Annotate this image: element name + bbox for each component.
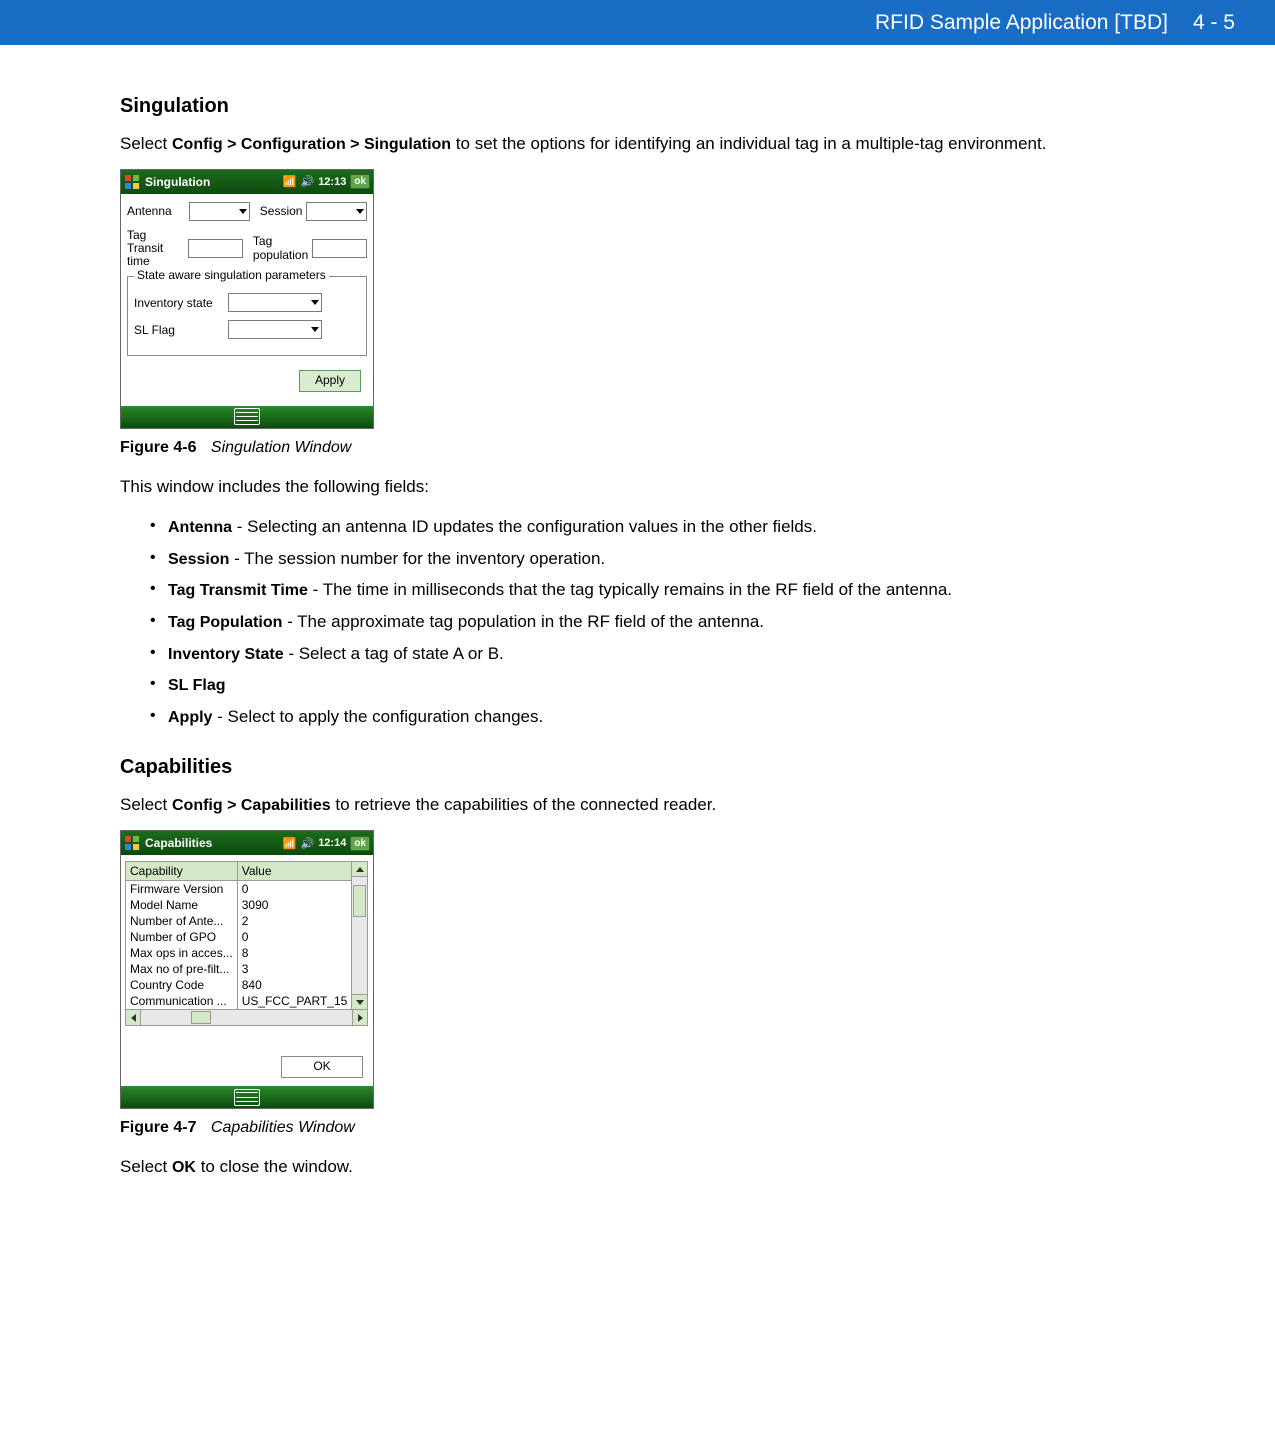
inventory-state-select[interactable] [228, 293, 322, 312]
horizontal-scrollbar[interactable] [125, 1010, 368, 1026]
chevron-right-icon [358, 1014, 363, 1022]
sl-flag-select[interactable] [228, 320, 322, 339]
scroll-right-button[interactable] [352, 1010, 367, 1025]
keyboard-icon[interactable] [234, 408, 260, 425]
scroll-track[interactable] [141, 1010, 352, 1025]
list-item: SL Flag [150, 669, 1155, 701]
page-header: RFID Sample Application [TBD] 4 - 5 [0, 0, 1275, 45]
clock-text: 12:13 [318, 176, 346, 188]
windows-flag-icon [124, 835, 140, 851]
volume-icon: 🔊 [300, 837, 314, 850]
scroll-thumb[interactable] [353, 885, 366, 917]
antenna-select[interactable] [189, 202, 250, 221]
scroll-up-button[interactable] [352, 862, 367, 877]
list-item: Inventory State - Select a tag of state … [150, 638, 1155, 670]
scroll-left-button[interactable] [126, 1010, 141, 1025]
chevron-down-icon [356, 209, 364, 214]
inventory-state-label: Inventory state [134, 296, 222, 310]
singulation-screenshot: Singulation 📶 🔊 12:13 ok Antenna Session… [120, 169, 374, 429]
figure-4-6-caption: Figure 4-6 Singulation Window [120, 439, 1155, 457]
session-select[interactable] [306, 202, 367, 221]
header-title: RFID Sample Application [TBD] [875, 11, 1168, 35]
figure-4-7-caption: Figure 4-7 Capabilities Window [120, 1119, 1155, 1137]
singulation-bottombar [121, 406, 373, 428]
singulation-heading: Singulation [120, 95, 1155, 118]
fieldset-legend: State aware singulation parameters [134, 268, 329, 282]
tag-population-input[interactable] [312, 239, 367, 258]
table-row: Number of Ante...2 [126, 913, 352, 929]
singulation-field-list: Antenna - Selecting an antenna ID update… [120, 511, 1155, 732]
chevron-down-icon [311, 300, 319, 305]
singulation-intro: Select Config > Configuration > Singulat… [120, 132, 1155, 157]
chevron-left-icon [131, 1014, 136, 1022]
scroll-thumb[interactable] [191, 1011, 211, 1024]
list-item: Apply - Select to apply the configuratio… [150, 701, 1155, 733]
table-header-value: Value [237, 862, 352, 881]
tag-population-label: Tag population [253, 234, 308, 262]
config-path-capabilities: Config > Capabilities [172, 797, 331, 814]
ok-reference: OK [172, 1159, 196, 1176]
capabilities-bottombar [121, 1086, 373, 1108]
signal-icon: 📶 [283, 175, 297, 188]
singulation-titlebar: Singulation 📶 🔊 12:13 ok [121, 170, 373, 194]
capabilities-screenshot: Capabilities 📶 🔊 12:14 ok Capability Val… [120, 830, 374, 1109]
singulation-window-title: Singulation [145, 175, 283, 189]
capabilities-titlebar: Capabilities 📶 🔊 12:14 ok [121, 831, 373, 855]
header-page-number: 4 - 5 [1193, 11, 1235, 35]
config-path-singulation: Config > Configuration > Singulation [172, 136, 451, 153]
keyboard-icon[interactable] [234, 1089, 260, 1106]
titlebar-ok-button[interactable]: ok [350, 836, 370, 851]
scroll-down-button[interactable] [352, 994, 367, 1009]
tag-transit-input[interactable] [188, 239, 243, 258]
fields-intro: This window includes the following field… [120, 475, 1155, 500]
vertical-scrollbar[interactable] [352, 861, 368, 1010]
windows-flag-icon [124, 174, 140, 190]
scroll-track[interactable] [352, 877, 367, 994]
sl-flag-label: SL Flag [134, 323, 222, 337]
list-item: Session - The session number for the inv… [150, 543, 1155, 575]
state-aware-fieldset: State aware singulation parameters Inven… [127, 276, 367, 356]
capabilities-window-title: Capabilities [145, 836, 283, 850]
clock-text: 12:14 [318, 837, 346, 849]
session-label: Session [260, 204, 303, 218]
list-item: Antenna - Selecting an antenna ID update… [150, 511, 1155, 543]
capabilities-table: Capability Value Firmware Version0 Model… [125, 861, 352, 1010]
capabilities-outro: Select OK to close the window. [120, 1155, 1155, 1180]
table-header-capability: Capability [126, 862, 238, 881]
ok-button[interactable]: OK [281, 1056, 363, 1078]
table-row: Model Name3090 [126, 897, 352, 913]
table-row: Number of GPO0 [126, 929, 352, 945]
chevron-down-icon [356, 1000, 364, 1005]
chevron-down-icon [311, 327, 319, 332]
table-row: Country Code840 [126, 977, 352, 993]
table-row: Max ops in acces...8 [126, 945, 352, 961]
chevron-up-icon [356, 867, 364, 872]
table-row: Max no of pre-filt...3 [126, 961, 352, 977]
signal-icon: 📶 [283, 837, 297, 850]
table-row: Firmware Version0 [126, 881, 352, 898]
chevron-down-icon [239, 209, 247, 214]
list-item: Tag Transmit Time - The time in millisec… [150, 574, 1155, 606]
capabilities-heading: Capabilities [120, 756, 1155, 779]
volume-icon: 🔊 [300, 175, 314, 188]
titlebar-ok-button[interactable]: ok [350, 174, 370, 189]
antenna-label: Antenna [127, 205, 185, 218]
tag-transit-label: Tag Transit time [127, 229, 184, 269]
apply-button[interactable]: Apply [299, 370, 361, 392]
capabilities-intro: Select Config > Capabilities to retrieve… [120, 793, 1155, 818]
list-item: Tag Population - The approximate tag pop… [150, 606, 1155, 638]
table-row: Communication ...US_FCC_PART_15 [126, 993, 352, 1010]
